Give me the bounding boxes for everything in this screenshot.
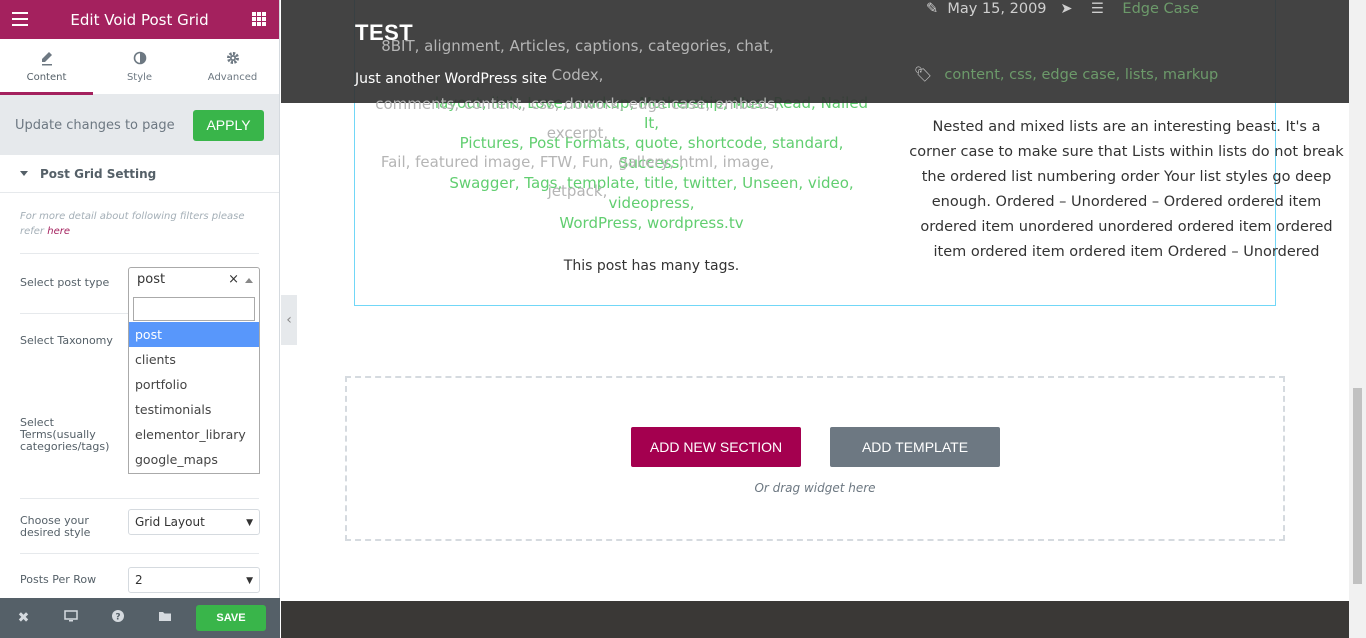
caret-down-icon	[20, 171, 28, 176]
option-clients[interactable]: clients	[129, 347, 259, 372]
list-icon: ☰	[1090, 1, 1104, 17]
post-date: May 15, 2009	[947, 1, 1047, 17]
pencil-icon	[41, 52, 52, 66]
tab-style-label: Style	[126, 72, 153, 83]
editor-panel: Edit Void Post Grid Content Style Advanc…	[0, 0, 280, 638]
tab-advanced-label: Advanced	[207, 72, 258, 83]
per-row-label: Posts Per Row	[20, 573, 97, 586]
post-type-options: post clients portfolio testimonials elem…	[129, 322, 259, 472]
per-row-select[interactable]: 2 ▼	[128, 567, 260, 593]
per-row-select-value: 2	[135, 573, 143, 587]
send-icon: ➤	[1060, 1, 1073, 17]
site-header: 8BIT, alignment, Articles, captions, cat…	[281, 0, 1349, 200]
tag-line: comments, content, css, dowork, edge cas…	[375, 95, 780, 142]
style-label: Choose your desired style	[20, 514, 91, 539]
update-text: Update changes to page	[15, 117, 175, 133]
divider	[20, 553, 259, 554]
panel-footer: ✖ ? SAVE	[0, 598, 280, 638]
note-link[interactable]: here	[47, 226, 70, 237]
option-portfolio[interactable]: portfolio	[129, 372, 259, 397]
style-select-value: Grid Layout	[135, 515, 205, 529]
tab-content-label: Content	[26, 72, 67, 83]
contrast-icon	[133, 51, 146, 65]
post-type-search-input[interactable]	[133, 297, 255, 321]
hidden-tag-lines: 8BIT, alignment, Articles, captions, cat…	[355, 32, 800, 206]
tags-icon: 🏷	[914, 67, 933, 83]
apply-button[interactable]: APPLY	[193, 109, 264, 141]
post-type-dropdown: post clients portfolio testimonials elem…	[128, 293, 260, 474]
clear-icon[interactable]: ×	[228, 272, 239, 287]
drag-hint: Or drag widget here	[754, 481, 876, 495]
site-footer	[281, 601, 1349, 638]
post-category[interactable]: Edge Case	[1122, 1, 1199, 17]
divider	[20, 498, 259, 499]
hamburger-menu-icon[interactable]	[12, 12, 28, 26]
gear-icon	[226, 52, 239, 64]
tag-line[interactable]: WordPress, wordpress.tv	[429, 213, 874, 233]
post-right-excerpt: Nested and mixed lists are an interestin…	[909, 119, 1344, 260]
post-type-value: post	[137, 272, 166, 287]
panel-title: Edit Void Post Grid	[70, 10, 209, 29]
filter-note: For more detail about following filters …	[20, 193, 259, 254]
post-type-select[interactable]: post ×	[128, 267, 260, 294]
folder-icon[interactable]	[141, 610, 188, 626]
tab-style[interactable]: Style	[93, 39, 186, 94]
desktop-icon[interactable]	[47, 610, 94, 626]
scrollbar-thumb[interactable]	[1353, 388, 1362, 584]
post-type-label: Select post type	[20, 276, 110, 289]
svg-text:?: ?	[115, 613, 120, 623]
site-title[interactable]: TEST	[355, 20, 413, 46]
option-elementor-library[interactable]: elementor_library	[129, 422, 259, 447]
help-icon[interactable]: ?	[94, 609, 141, 627]
post-tags: 🏷 content, css, edge case, lists, markup	[914, 66, 1218, 83]
preview-area: ‹ layout, link, Love, markup, Mothership…	[281, 0, 1349, 638]
tab-advanced[interactable]: Advanced	[186, 39, 279, 94]
collapse-panel-handle[interactable]: ‹	[281, 295, 297, 345]
option-google-maps[interactable]: google_maps	[129, 447, 259, 472]
dropdown-arrow-icon: ▼	[246, 576, 253, 586]
panel-header: Edit Void Post Grid	[0, 0, 279, 39]
option-testimonials[interactable]: testimonials	[129, 397, 259, 422]
add-new-section-button[interactable]: ADD NEW SECTION	[631, 427, 801, 467]
tab-content[interactable]: Content	[0, 39, 93, 95]
taxonomy-label: Select Taxonomy	[20, 334, 113, 347]
terms-label: Select Terms(usually categories/tags)	[20, 416, 110, 453]
edit-icon: ✎	[926, 1, 939, 17]
post-meta: ✎ May 15, 2009 ➤ ☰ Edge Case	[926, 1, 1199, 17]
add-section-dropzone[interactable]: ADD NEW SECTION ADD TEMPLATE Or drag wid…	[345, 376, 1285, 541]
option-post[interactable]: post	[129, 322, 259, 347]
panel-tabs: Content Style Advanced	[0, 39, 279, 95]
save-button[interactable]: SAVE	[196, 605, 266, 631]
style-select[interactable]: Grid Layout ▼	[128, 509, 260, 535]
post-tags-list[interactable]: content, css, edge case, lists, markup	[944, 67, 1218, 83]
update-row: Update changes to page APPLY	[0, 95, 279, 155]
dropdown-arrow-icon: ▼	[246, 518, 253, 528]
post-left-excerpt: This post has many tags.	[563, 258, 740, 274]
add-template-button[interactable]: ADD TEMPLATE	[830, 427, 1000, 467]
chevron-up-icon	[245, 278, 253, 283]
tag-line: Fail, featured image, FTW, Fun, gallery,…	[380, 153, 775, 200]
section-post-grid-setting[interactable]: Post Grid Setting	[0, 155, 279, 193]
section-title: Post Grid Setting	[40, 166, 157, 181]
site-tagline: Just another WordPress site	[355, 71, 548, 87]
scrollbar[interactable]	[1349, 0, 1366, 638]
close-icon[interactable]: ✖	[0, 610, 47, 626]
widgets-grid-icon[interactable]	[252, 12, 266, 26]
